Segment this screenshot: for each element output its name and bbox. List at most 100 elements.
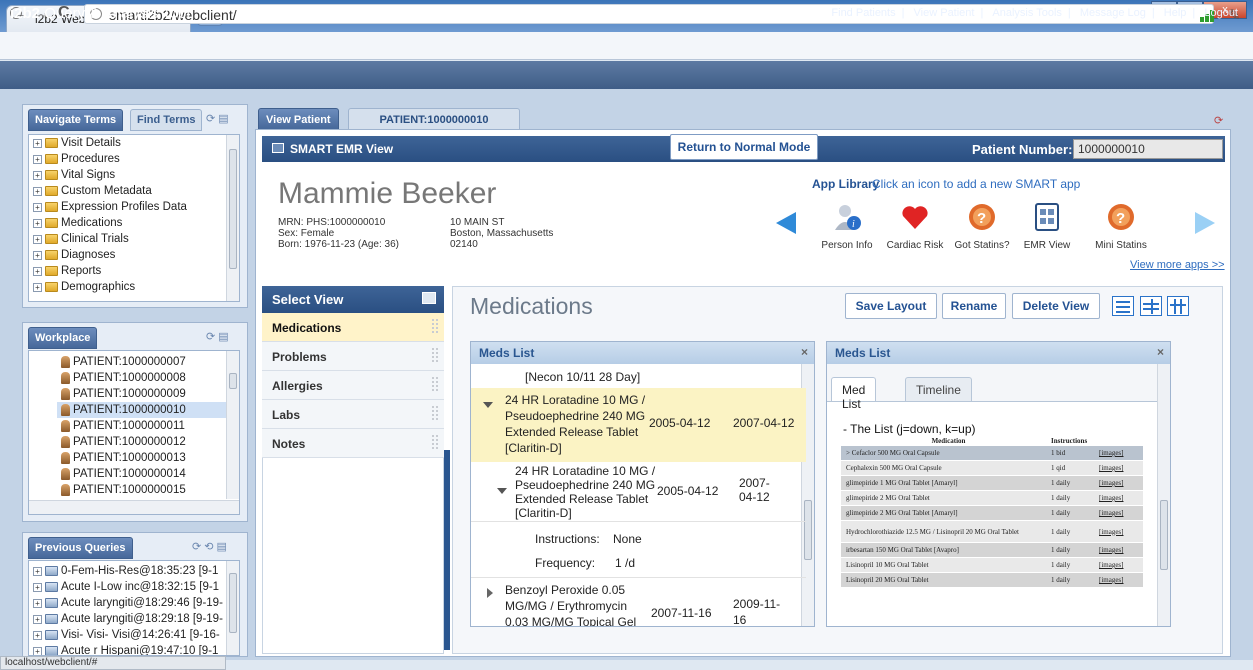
layout-two-column-icon[interactable] xyxy=(1140,296,1162,316)
tree-item[interactable]: + Expression Profiles Data xyxy=(29,199,239,215)
workplace-item[interactable]: PATIENT:1000000009 xyxy=(57,386,239,402)
table-row[interactable]: Hydrochlorothiazide 12.5 MG / Lisinopril… xyxy=(841,521,1143,543)
images-link[interactable]: [images] xyxy=(1099,528,1143,536)
layout-three-column-icon[interactable] xyxy=(1167,296,1189,316)
arrow-left-icon[interactable] xyxy=(776,212,796,234)
tree-item[interactable]: + Demographics xyxy=(29,279,239,295)
med-row-expanded[interactable]: 24 HR Loratadine 10 MG / Pseudoephedrine… xyxy=(471,388,806,462)
query-item[interactable]: + Acute laryngiti@18:29:46 [9-19- xyxy=(29,595,239,611)
query-item[interactable]: +0-Fem-His-Res@18:35:23 [9-1 xyxy=(29,563,239,579)
collapse-icon[interactable] xyxy=(483,402,493,408)
images-link[interactable]: [images] xyxy=(1099,449,1143,457)
tab-med-list[interactable]: Med List xyxy=(831,377,877,411)
workplace-item[interactable]: PATIENT:1000000011 xyxy=(57,418,239,434)
tab-navigate-terms[interactable]: Navigate Terms xyxy=(28,109,124,131)
app-mini-statins[interactable]: ? Mini Statins xyxy=(1086,202,1156,251)
arrow-right-icon[interactable] xyxy=(1195,212,1215,234)
patient-demographics: MRN: PHS:1000000010 Sex: Female Born: 19… xyxy=(278,217,399,250)
tree-item[interactable]: + Vital Signs xyxy=(29,167,239,183)
app-emr-view[interactable]: EMR View xyxy=(1012,202,1082,251)
tab-view-patient[interactable]: View Patient xyxy=(258,108,339,130)
med-row[interactable]: [Necon 10/11 28 Day] xyxy=(471,370,806,390)
workplace-item[interactable]: PATIENT:1000000012 xyxy=(57,434,239,450)
images-link[interactable]: [images] xyxy=(1099,561,1143,569)
images-link[interactable]: [images] xyxy=(1099,509,1143,517)
query-item[interactable]: + Acute laryngiti@18:29:18 [9-19- xyxy=(29,611,239,627)
close-icon[interactable]: × xyxy=(801,345,808,359)
tree-item[interactable]: + Medications xyxy=(29,215,239,231)
layout-one-column-icon[interactable] xyxy=(1112,296,1134,316)
refresh-options-icon[interactable]: ⟳ ▤ xyxy=(206,112,229,125)
tree-item[interactable]: + Visit Details xyxy=(29,135,239,151)
query-item[interactable]: + Visi- Visi- Visi@14:26:41 [9-16- xyxy=(29,627,239,643)
meds-list-2-scrollbar[interactable] xyxy=(1157,364,1170,626)
tree-item[interactable]: + Diagnoses xyxy=(29,247,239,263)
queries-options-icon[interactable]: ⟳ ⟲ ▤ xyxy=(192,540,227,553)
link-message-log[interactable]: Message Log xyxy=(1077,7,1149,19)
table-row[interactable]: > Cefaclor 500 MG Oral Capsule 1 bid [imag… xyxy=(841,446,1143,461)
table-row[interactable]: Cephalexin 500 MG Oral Capsule 1 qid [imag… xyxy=(841,461,1143,476)
query-item[interactable]: + Acute r Hispani@19:47:10 [9-1 xyxy=(29,643,239,655)
delete-view-button[interactable]: Delete View xyxy=(1012,293,1100,319)
table-row[interactable]: glimepiride 2 MG Oral Tablet [Amaryl] 1 d… xyxy=(841,506,1143,521)
tab-patient[interactable]: PATIENT:1000000010 xyxy=(348,108,520,130)
collapse-icon[interactable] xyxy=(497,488,507,494)
med-row[interactable]: Benzoyl Peroxide 0.05 MG/MG / Erythromyc… xyxy=(471,580,806,626)
images-link[interactable]: [images] xyxy=(1099,464,1143,472)
images-link[interactable]: [images] xyxy=(1099,494,1143,502)
view-item-labs[interactable]: Labs xyxy=(262,400,444,429)
workplace-options-icon[interactable]: ⟳ ▤ xyxy=(206,330,229,343)
patient-number-field[interactable] xyxy=(1073,139,1223,159)
table-row[interactable]: glimepiride 1 MG Oral Tablet [Amaryl] 1 d… xyxy=(841,476,1143,491)
workplace-item[interactable]: PATIENT:1000000014 xyxy=(57,466,239,482)
workplace-item[interactable]: PATIENT:1000000008 xyxy=(57,370,239,386)
table-row[interactable]: Lisinopril 20 MG Oral Tablet 1 daily [imag… xyxy=(841,573,1143,588)
link-analysis-tools[interactable]: Analysis Tools xyxy=(989,7,1065,19)
save-layout-button[interactable]: Save Layout xyxy=(845,293,937,319)
tab-timeline[interactable]: Timeline xyxy=(905,377,972,401)
panel-divider[interactable] xyxy=(444,450,450,650)
link-help[interactable]: Help xyxy=(1161,7,1190,19)
med-row[interactable]: 24 HR Loratadine 10 MG / Pseudoephedrine… xyxy=(471,462,806,522)
terms-scrollbar[interactable] xyxy=(226,135,239,301)
workplace-item[interactable]: PATIENT:1000000015 xyxy=(57,482,239,498)
tree-item[interactable]: + Reports xyxy=(29,263,239,279)
tree-item[interactable]: + Procedures xyxy=(29,151,239,167)
queries-scrollbar[interactable] xyxy=(226,561,239,655)
view-item-allergies[interactable]: Allergies xyxy=(262,371,444,400)
tab-find-terms[interactable]: Find Terms xyxy=(130,109,203,131)
workplace-item[interactable]: PATIENT:1000000013 xyxy=(57,450,239,466)
table-row[interactable]: glimepiride 2 MG Oral Tablet 1 daily [imag… xyxy=(841,491,1143,506)
view-more-apps-link[interactable]: View more apps >> xyxy=(1130,259,1225,271)
workplace-title[interactable]: Workplace xyxy=(28,327,98,349)
query-item[interactable]: + Acute I-Low inc@18:32:15 [9-1 xyxy=(29,579,239,595)
images-link[interactable]: [images] xyxy=(1099,546,1143,554)
images-link[interactable]: [images] xyxy=(1099,479,1143,487)
workplace-item-selected[interactable]: PATIENT:1000000010 xyxy=(57,402,239,418)
view-item-medications[interactable]: Medications xyxy=(262,313,444,342)
table-row[interactable]: irbesartan 150 MG Oral Tablet [Avapro] 1 … xyxy=(841,543,1143,558)
app-got-statins[interactable]: ? Got Statins? xyxy=(947,202,1017,251)
app-cardiac-risk[interactable]: Cardiac Risk xyxy=(880,202,950,251)
previous-queries-title[interactable]: Previous Queries xyxy=(28,537,133,559)
refresh-icon[interactable]: ⟳ xyxy=(1214,114,1223,127)
link-find-patients[interactable]: Find Patients xyxy=(828,7,898,19)
tree-item[interactable]: + Custom Metadata xyxy=(29,183,239,199)
rename-button[interactable]: Rename xyxy=(942,293,1006,319)
patient-born: Born: 1976-11-23 (Age: 36) xyxy=(278,239,400,250)
link-view-patient[interactable]: View Patient xyxy=(911,7,978,19)
link-logout[interactable]: Logout xyxy=(1201,7,1241,19)
tree-item[interactable]: + Clinical Trials xyxy=(29,231,239,247)
images-link[interactable]: [images] xyxy=(1099,576,1143,584)
close-icon[interactable]: × xyxy=(1157,345,1164,359)
new-view-icon[interactable] xyxy=(422,292,436,304)
app-person-info[interactable]: i Person Info xyxy=(812,202,882,251)
workplace-scrollbar[interactable] xyxy=(226,351,239,499)
expand-icon[interactable] xyxy=(487,588,493,598)
return-normal-mode-button[interactable]: Return to Normal Mode xyxy=(670,134,818,160)
table-row[interactable]: Lisinopril 10 MG Oral Tablet 1 daily [imag… xyxy=(841,558,1143,573)
view-item-problems[interactable]: Problems xyxy=(262,342,444,371)
view-item-notes[interactable]: Notes xyxy=(262,429,444,458)
workplace-hscrollbar[interactable] xyxy=(29,500,239,514)
workplace-item[interactable]: PATIENT:1000000007 xyxy=(57,354,239,370)
